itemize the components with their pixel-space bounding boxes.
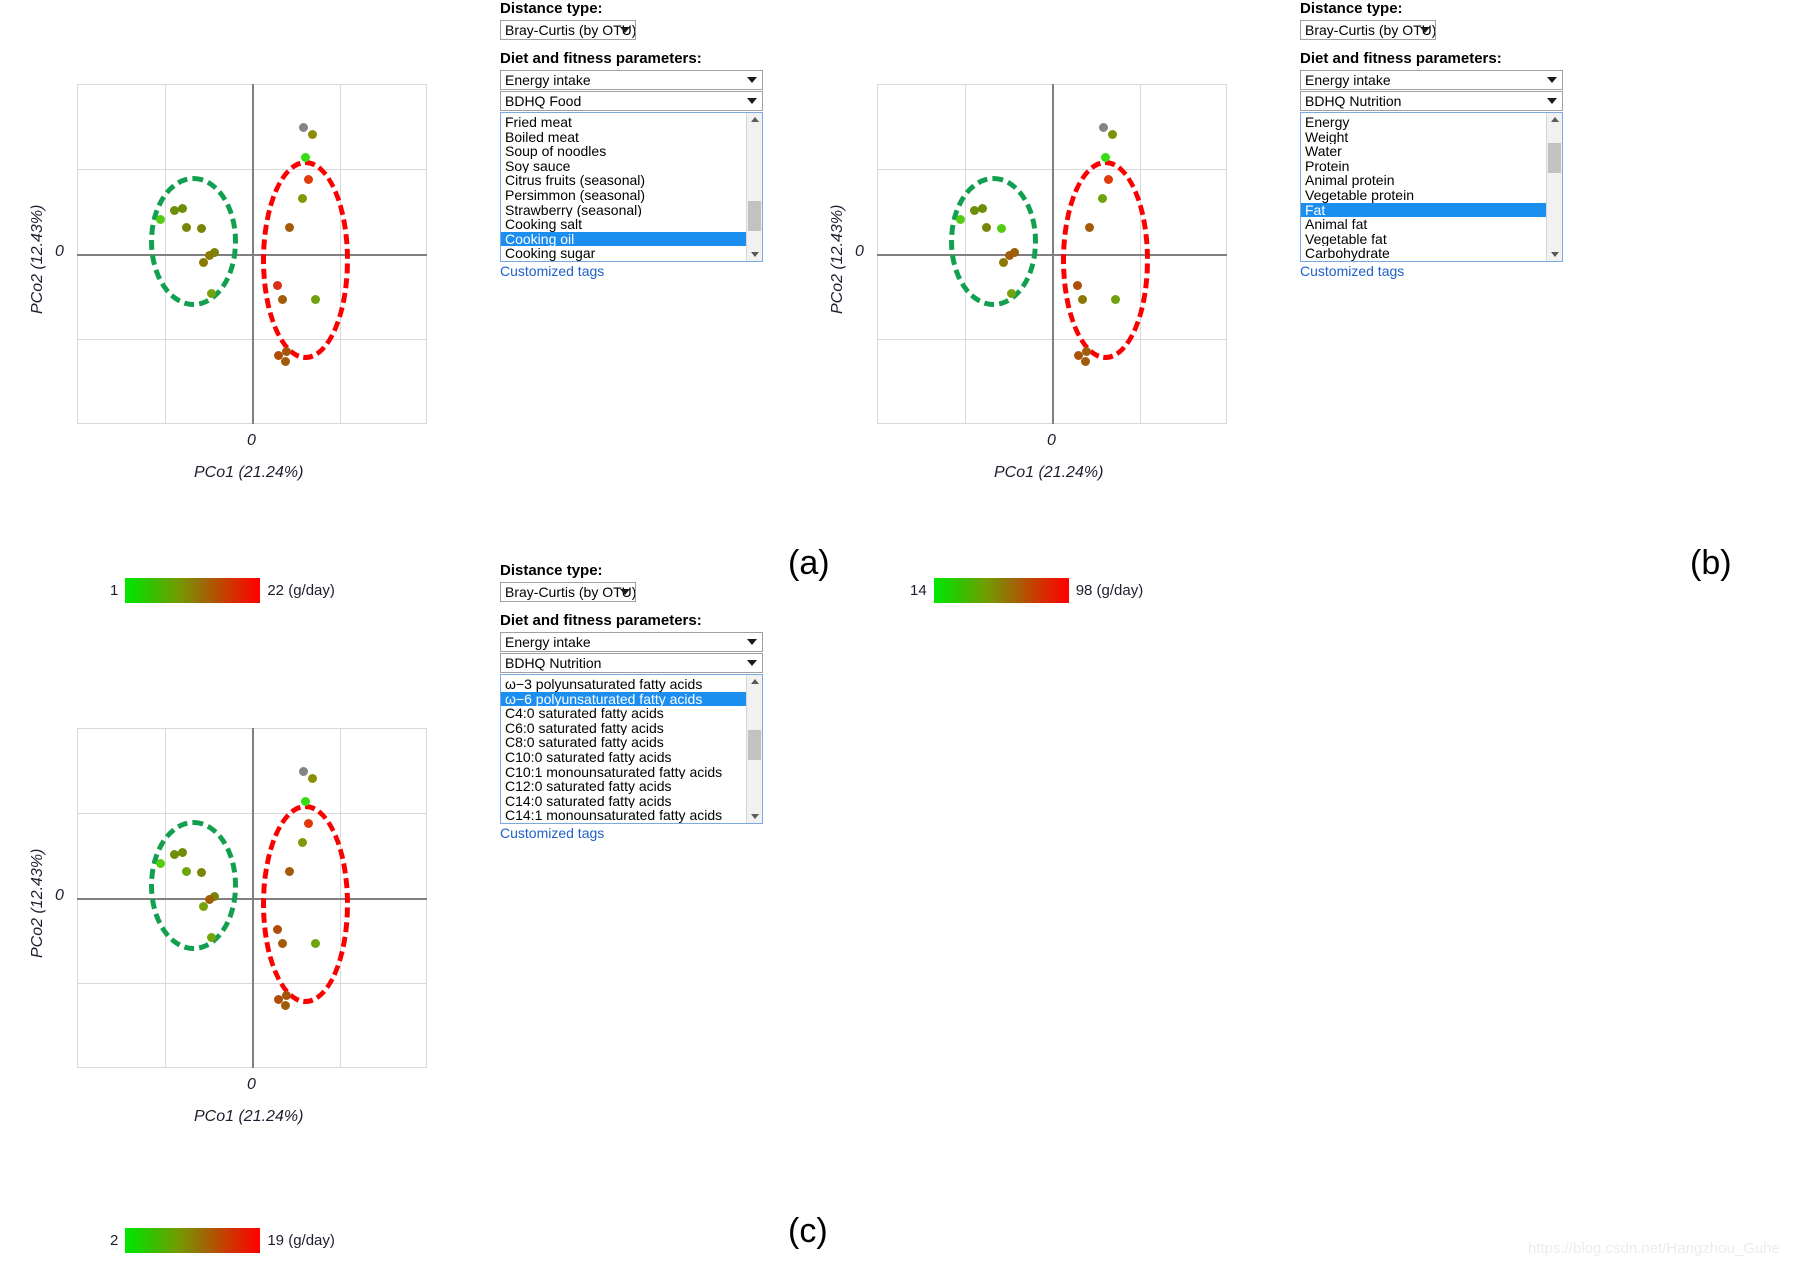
y-axis-title: PCo2 (12.43%) bbox=[29, 848, 46, 958]
param-source-select[interactable]: BDHQ Nutrition bbox=[500, 653, 763, 673]
parameter-listbox[interactable]: ω−3 polyunsaturated fatty acids ω−6 polyu… bbox=[500, 674, 763, 824]
distance-type-value: Bray-Curtis (by OTU) bbox=[505, 584, 636, 600]
x-axis-zero-label: 0 bbox=[247, 1076, 256, 1093]
colorbar-gradient bbox=[125, 1228, 261, 1253]
cluster-ellipse-green bbox=[148, 819, 238, 951]
cluster-ellipse-red bbox=[260, 803, 350, 1005]
data-point bbox=[307, 773, 317, 783]
panel-letter: (c) bbox=[788, 1212, 828, 1250]
listbox-item[interactable]: C6:0 saturated fatty acids bbox=[501, 721, 747, 736]
listbox-item[interactable]: ω−6 polyunsaturated fatty acids bbox=[501, 691, 747, 707]
scroll-up-icon[interactable] bbox=[747, 675, 762, 689]
scroll-down-icon[interactable] bbox=[747, 809, 762, 823]
data-point bbox=[169, 850, 179, 860]
data-point bbox=[299, 766, 309, 776]
y-axis-zero-label: 0 bbox=[55, 887, 64, 904]
triangle-down bbox=[750, 814, 759, 819]
listbox-item[interactable]: ω−3 polyunsaturated fatty acids bbox=[501, 677, 747, 692]
listbox-item[interactable]: C12:0 saturated fatty acids bbox=[501, 779, 747, 794]
listbox-item[interactable]: C8:0 saturated fatty acids bbox=[501, 735, 747, 750]
param-group-select[interactable]: Energy intake bbox=[500, 632, 763, 652]
param-source-value: BDHQ Nutrition bbox=[505, 655, 602, 671]
controls-group: Distance type: Bray-Curtis (by OTU) Diet a… bbox=[500, 562, 763, 841]
listbox-item[interactable]: C10:0 saturated fatty acids bbox=[501, 750, 747, 765]
chart-panel-c: 0 0 PCo1 (21.24%) PCo2 (12.43%) 2 19 (g/day) (… bbox=[0, 0, 1799, 1267]
distance-type-label: Distance type: bbox=[500, 562, 603, 579]
distance-type-select[interactable]: Bray-Curtis (by OTU) bbox=[500, 582, 636, 602]
x-axis-zero-line bbox=[77, 898, 427, 900]
listbox-scrollbar[interactable] bbox=[746, 675, 762, 823]
listbox-item[interactable]: C14:0 saturated fatty acids bbox=[501, 794, 747, 809]
chevron-down-icon bbox=[747, 660, 757, 666]
data-point bbox=[310, 938, 320, 948]
data-point bbox=[272, 924, 282, 934]
chevron-down-icon bbox=[747, 639, 757, 645]
listbox-items: ω−3 polyunsaturated fatty acids ω−6 polyu… bbox=[501, 675, 747, 823]
triangle-up bbox=[750, 679, 759, 684]
chevron-down-icon bbox=[620, 589, 630, 595]
data-point bbox=[196, 868, 206, 877]
x-axis-title: PCo1 (21.24%) bbox=[194, 1108, 304, 1125]
listbox-item[interactable]: C4:0 saturated fatty acids bbox=[501, 706, 747, 721]
data-point bbox=[181, 867, 191, 877]
watermark: https://blog.csdn.net/Hangzhou_Guhe bbox=[1528, 1240, 1780, 1257]
scrollbar-thumb[interactable] bbox=[748, 730, 761, 760]
data-point bbox=[281, 991, 291, 1001]
listbox-item[interactable]: C10:1 monounsaturated fatty acids bbox=[501, 765, 747, 780]
colorbar-min-label: 2 bbox=[110, 1232, 119, 1249]
colorbar-legend: 2 19 (g/day) bbox=[110, 1228, 335, 1253]
listbox-item[interactable]: C14:1 monounsaturated fatty acids bbox=[501, 808, 747, 823]
customized-tags-link[interactable]: Customized tags bbox=[500, 825, 763, 841]
param-group-value: Energy intake bbox=[505, 634, 591, 650]
data-point bbox=[178, 847, 188, 857]
colorbar-max-label: 19 (g/day) bbox=[267, 1232, 335, 1249]
diet-params-label: Diet and fitness parameters: bbox=[500, 612, 702, 629]
data-point bbox=[155, 858, 165, 868]
